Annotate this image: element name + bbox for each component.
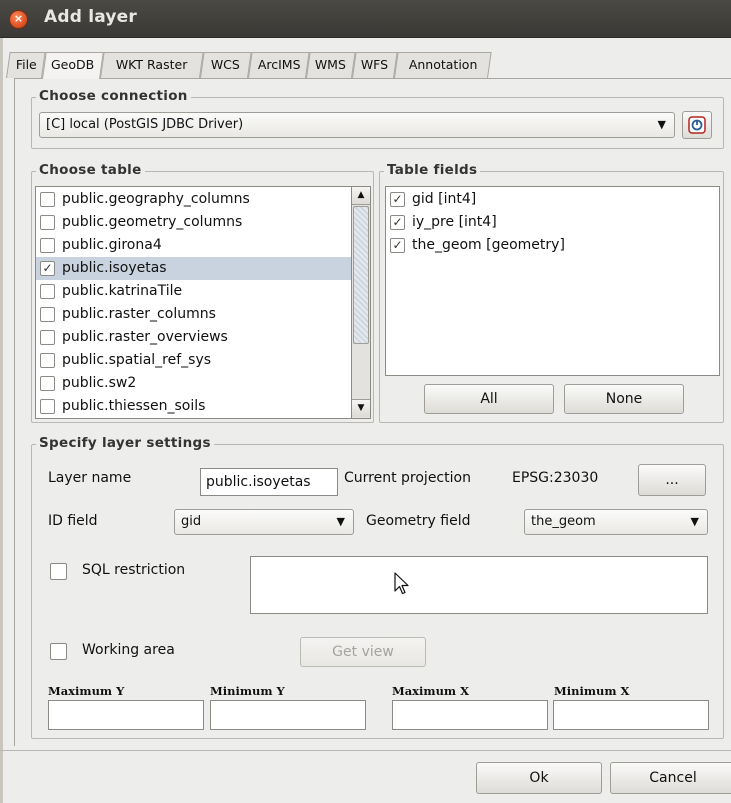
footer-divider <box>0 750 731 751</box>
list-item[interactable]: public.sw2 <box>36 372 352 395</box>
list-item[interactable]: public.raster_columns <box>36 303 352 326</box>
projection-value: EPSG:23030 <box>512 470 599 486</box>
connection-legend: Choose connection <box>36 88 191 104</box>
checkbox[interactable] <box>40 399 55 414</box>
get-view-button[interactable]: Get view <box>300 637 426 667</box>
table-scrollbar[interactable]: ▲ ▼ <box>351 187 370 418</box>
list-item[interactable]: public.thiessen_soils <box>36 395 352 418</box>
scroll-up-icon[interactable]: ▲ <box>352 187 370 205</box>
list-item[interactable]: public.spatial_ref_sys <box>36 349 352 372</box>
checkbox-checked[interactable]: ✓ <box>390 192 405 207</box>
table-legend: Choose table <box>36 162 145 178</box>
max-x-label: Maximum X <box>392 684 470 698</box>
scroll-down-icon[interactable]: ▼ <box>352 399 370 417</box>
checkbox[interactable] <box>40 215 55 230</box>
window-title: Add layer <box>44 7 137 27</box>
list-item[interactable]: public.geography_columns <box>36 188 352 211</box>
all-button[interactable]: All <box>424 384 554 414</box>
layer-settings-group: Specify layer settings Layer name public… <box>31 435 724 739</box>
checkbox[interactable] <box>40 192 55 207</box>
fields-group: Table fields ✓ gid [int4] ✓ iy_pre [int4] … <box>379 162 724 423</box>
chevron-down-icon: ▼ <box>336 515 345 528</box>
id-field-label: ID field <box>48 513 98 529</box>
mouse-pointer-icon <box>394 572 409 595</box>
max-x-input[interactable] <box>392 700 548 730</box>
window-edge <box>0 38 3 803</box>
title-bar: × Add layer <box>0 0 731 38</box>
projection-button[interactable]: ... <box>638 464 706 496</box>
checkbox[interactable] <box>40 238 55 253</box>
fields-legend: Table fields <box>384 162 481 178</box>
geometry-field-label: Geometry field <box>366 513 471 529</box>
checkbox-checked[interactable]: ✓ <box>40 261 55 276</box>
list-item[interactable]: public.raster_overviews <box>36 326 352 349</box>
min-x-label: Minimum X <box>554 684 630 698</box>
max-y-input[interactable] <box>48 700 204 730</box>
checkbox-checked[interactable]: ✓ <box>390 215 405 230</box>
min-y-input[interactable] <box>210 700 366 730</box>
tab-wfs[interactable]: WFS <box>352 52 398 78</box>
table-list[interactable]: public.geography_columns public.geometry… <box>35 186 371 419</box>
connection-value: [C] local (PostGIS JDBC Driver) <box>46 117 244 132</box>
sql-restriction-checkbox[interactable] <box>50 563 67 580</box>
projection-label: Current projection <box>344 470 471 486</box>
list-item[interactable]: public.katrinaTile <box>36 280 352 303</box>
fields-list[interactable]: ✓ gid [int4] ✓ iy_pre [int4] ✓ the_geom [ge… <box>385 186 720 376</box>
tab-geodb[interactable]: GeoDB <box>42 52 104 79</box>
list-item-selected[interactable]: ✓ public.isoyetas <box>36 257 352 280</box>
checkbox-checked[interactable]: ✓ <box>390 238 405 253</box>
working-area-label: Working area <box>82 642 175 658</box>
tab-arcims[interactable]: ArcIMS <box>248 52 310 78</box>
close-icon[interactable]: × <box>9 10 28 29</box>
connection-select[interactable]: [C] local (PostGIS JDBC Driver) ▼ <box>39 112 675 138</box>
min-y-label: Minimum Y <box>210 684 285 698</box>
tab-wcs[interactable]: WCS <box>200 52 252 78</box>
tab-file[interactable]: File <box>6 52 46 78</box>
ok-button[interactable]: Ok <box>476 762 602 794</box>
geodb-panel: Choose connection [C] local (PostGIS JDB… <box>14 78 731 746</box>
checkbox[interactable] <box>40 330 55 345</box>
working-area-checkbox[interactable] <box>50 643 67 660</box>
checkbox[interactable] <box>40 376 55 391</box>
cancel-button[interactable]: Cancel <box>610 762 731 794</box>
list-item[interactable]: ✓ gid [int4] <box>386 188 719 211</box>
tab-wkt-raster[interactable]: WKT Raster <box>100 52 204 78</box>
min-x-input[interactable] <box>553 700 709 730</box>
tab-wms[interactable]: WMS <box>306 52 356 78</box>
layer-name-label: Layer name <box>48 470 132 486</box>
geometry-field-select[interactable]: the_geom ▼ <box>524 509 708 535</box>
id-field-select[interactable]: gid ▼ <box>174 509 354 535</box>
checkbox[interactable] <box>40 353 55 368</box>
add-layer-window: × Add layer File GeoDB WKT Raster WCS Ar… <box>0 0 731 803</box>
chevron-down-icon: ▼ <box>657 118 666 131</box>
layer-name-input[interactable]: public.isoyetas <box>200 468 338 496</box>
chevron-down-icon: ▼ <box>690 515 699 528</box>
scroll-thumb[interactable] <box>353 206 369 344</box>
list-item[interactable]: ✓ iy_pre [int4] <box>386 211 719 234</box>
settings-legend: Specify layer settings <box>36 435 214 451</box>
sql-restriction-input[interactable] <box>250 556 708 614</box>
connect-icon <box>688 116 706 134</box>
list-item[interactable]: public.girona4 <box>36 234 352 257</box>
connect-button[interactable] <box>682 111 712 139</box>
checkbox[interactable] <box>40 284 55 299</box>
connection-group: Choose connection [C] local (PostGIS JDB… <box>31 88 724 149</box>
list-item[interactable]: public.geometry_columns <box>36 211 352 234</box>
none-button[interactable]: None <box>564 384 684 414</box>
max-y-label: Maximum Y <box>48 684 125 698</box>
sql-restriction-label: SQL restriction <box>82 562 186 578</box>
list-item[interactable]: ✓ the_geom [geometry] <box>386 234 719 257</box>
table-group: Choose table public.geography_columns pu… <box>31 162 374 423</box>
tab-annotation[interactable]: Annotation <box>394 52 492 78</box>
checkbox[interactable] <box>40 307 55 322</box>
